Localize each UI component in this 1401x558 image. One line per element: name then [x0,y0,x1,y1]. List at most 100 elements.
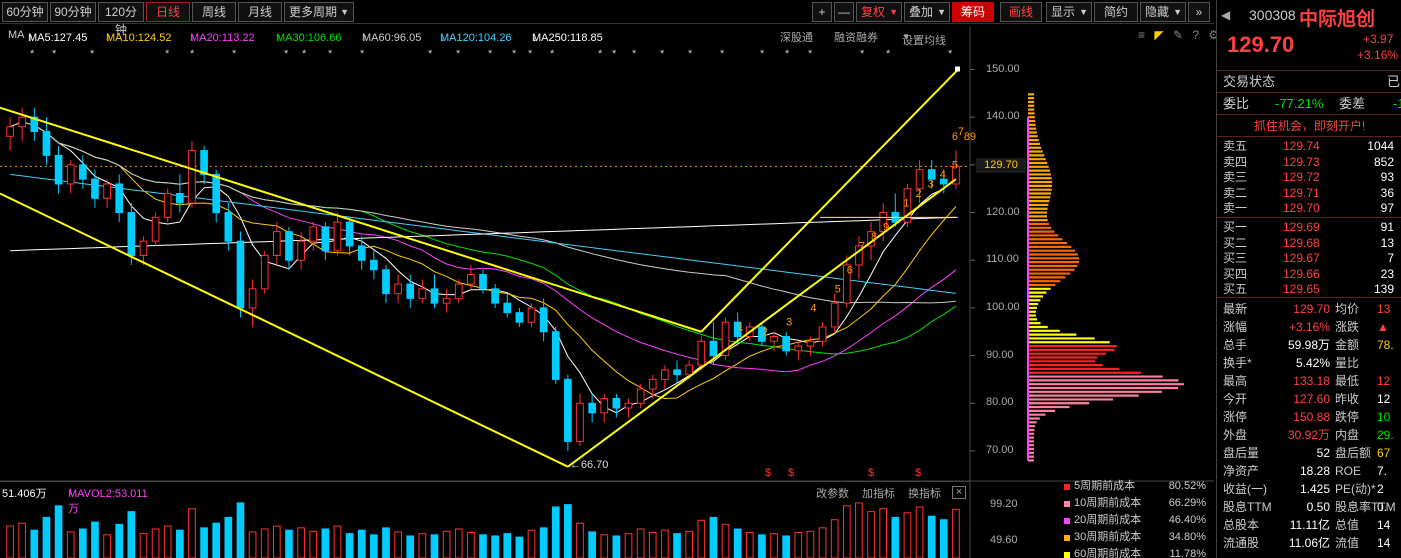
dividend-marker: $ [788,467,794,479]
level-volume: 13 [1380,235,1394,250]
volume-bar [18,522,27,558]
chip-distribution [1027,93,1185,462]
candle-body [576,402,584,442]
candle-body [648,378,657,390]
edit-params-link[interactable]: 改参数 [816,485,849,501]
stat-row: 最高 133.18 最低 12 [1217,372,1401,390]
candle-body [370,259,378,271]
candle-body [260,254,269,290]
level-label: 买二 [1223,235,1248,250]
stat-value: 18.28 [1299,464,1330,478]
trend-lines: 1 23456789123456 7 8 9* * * * * * * * * * * * * * * * * * * * * *… [0,48,976,479]
volume-bar [661,529,669,558]
volume-bar [818,527,827,558]
candle-body [830,302,839,328]
open-account-banner[interactable]: 抓住机会，即刻开户! [1217,117,1401,135]
stat-value-2: 0. [1377,500,1388,514]
signal-star: * [190,48,195,60]
volume-bar [418,533,427,558]
level-price: 129.70 [1283,201,1320,216]
level-label: 买三 [1223,251,1248,266]
candle-body [78,164,87,180]
signal-star: * [720,48,725,60]
candle-body [806,340,815,347]
ask-row[interactable]: 卖五 129.74 1044 [1217,138,1401,154]
legend-name: 5周期前成本 [1074,480,1136,492]
stat-value: 150.88 [1293,410,1330,424]
volume-bar [297,527,305,558]
stat-label: 收益(一) [1223,482,1267,496]
volume-bar [600,534,609,558]
candle-body [515,312,524,323]
level-price: 129.72 [1283,170,1320,185]
ask-row[interactable]: 卖四 129.73 852 [1217,154,1401,170]
stock-chart-app: 60分钟 90分钟 120分钟 日线 周线 月线 更多周期 ▼ + — 复权 ▼ 叠… [0,0,1401,558]
volume-bar [248,531,257,558]
bid-row[interactable]: 买四 129.66 23 [1217,266,1401,282]
volume-bar [176,529,184,558]
volume-bar [515,536,524,558]
ask-row[interactable]: 卖一 129.70 97 [1217,200,1401,216]
volume-bar [758,534,766,558]
volume-axis-mid: 49.60 [990,534,1018,546]
signal-star: * [886,48,891,60]
stat-value-2: 78. [1377,338,1394,352]
signal-star: * [860,48,865,60]
stat-label: 涨幅 [1223,320,1248,334]
ask-row[interactable]: 卖二 129.71 36 [1217,185,1401,201]
candle-body [418,288,427,299]
stat-row: 最新 129.70 均价 13 [1217,300,1401,318]
volume-bar [891,516,900,558]
volume-bar [915,506,924,558]
wave-label-first: 4 [810,302,816,314]
volume-bar [903,512,912,558]
volume-bar [855,502,863,558]
add-indicator-link[interactable]: 加指标 [862,485,895,501]
candle-body [248,288,257,309]
stat-label-2: 昨收 [1335,392,1360,406]
candle-body [406,283,415,299]
candle-body [42,131,51,156]
ask-row[interactable]: 卖三 129.72 93 [1217,169,1401,185]
bid-row[interactable]: 买三 129.67 7 [1217,250,1401,266]
candle-body [527,307,536,323]
candle-body [236,240,245,309]
bid-row[interactable]: 买一 129.69 91 [1217,219,1401,235]
close-icon[interactable]: × [952,486,966,499]
level-price: 129.67 [1283,251,1320,266]
volume-bar [952,508,960,558]
level-price: 129.69 [1283,220,1320,234]
kline-chart[interactable]: 1 23456789123456 7 8 9* * * * * * * * * * * * * * * * * * * * * *… [0,0,1216,558]
candle-body [6,126,14,137]
stat-value: 5.42% [1295,356,1330,370]
volume-bar [648,531,657,558]
volume-bar [467,531,475,558]
signal-star: * [808,48,813,60]
volume-bar [685,530,693,558]
candle-body [539,307,548,333]
back-arrow-icon[interactable]: ◀ [1221,8,1230,22]
stat-row: 流通股 11.06亿 流值 14 [1217,534,1401,552]
switch-indicator-link[interactable]: 换指标 [908,485,941,501]
level-label: 卖四 [1223,154,1248,169]
candle-body [321,226,330,252]
level-price: 129.68 [1283,235,1320,250]
level-volume: 91 [1380,220,1394,234]
candle-body [794,345,803,352]
bid-row[interactable]: 买五 129.65 139 [1217,281,1401,297]
wave-label-first: 5 [835,283,841,295]
mavol2-value: MAVOL2:53.011万 ↓ [68,485,148,515]
bid-row[interactable]: 买二 129.68 13 [1217,235,1401,251]
level-label: 买一 [1223,220,1248,234]
volume-bar [406,535,415,558]
volume-bar [564,504,572,558]
level-volume: 97 [1380,201,1394,216]
volume-bar [66,531,75,558]
candle-body [139,240,148,256]
volume-bar [91,521,99,558]
stat-row: 今开 127.60 昨收 12 [1217,390,1401,408]
stat-value: 59.98万 [1287,338,1330,352]
signal-star: * [165,48,170,60]
wave-label-second: 1 [903,198,909,210]
stat-label: 最新 [1223,302,1248,316]
